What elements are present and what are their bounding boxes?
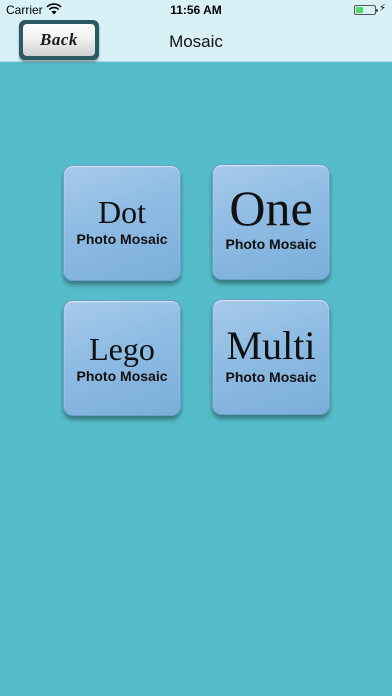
tile-title: One	[229, 180, 313, 236]
status-bar: Carrier 11:56 AM ⚡	[0, 0, 392, 20]
tile-title: Lego	[89, 331, 155, 367]
dot-photo-mosaic-button[interactable]: Dot Photo Mosaic	[63, 165, 181, 281]
tile-subtitle: Photo Mosaic	[225, 236, 317, 252]
tile-subtitle: Photo Mosaic	[225, 369, 317, 385]
battery-icon	[354, 5, 378, 15]
charging-bolt-icon: ⚡	[379, 3, 387, 14]
multi-photo-mosaic-button[interactable]: Multi Photo Mosaic	[212, 299, 330, 415]
lego-photo-mosaic-button[interactable]: Lego Photo Mosaic	[63, 300, 181, 416]
navigation-bar: Back Mosaic	[0, 20, 392, 62]
one-photo-mosaic-button[interactable]: One Photo Mosaic	[212, 164, 330, 280]
tile-title: Multi	[226, 323, 316, 368]
tile-title: Dot	[98, 194, 146, 230]
status-time: 11:56 AM	[170, 3, 222, 17]
page-title: Mosaic	[169, 32, 223, 51]
tile-subtitle: Photo Mosaic	[76, 231, 168, 247]
tile-subtitle: Photo Mosaic	[76, 368, 168, 384]
